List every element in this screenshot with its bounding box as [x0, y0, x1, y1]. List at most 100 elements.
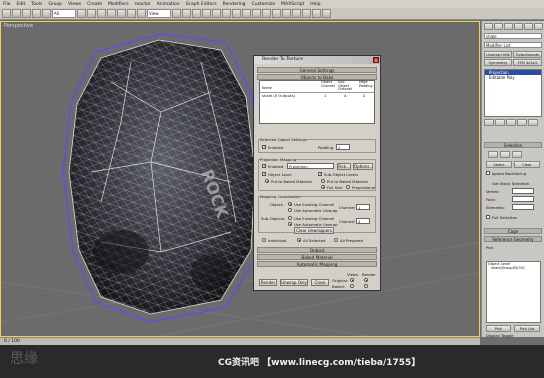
menu-help[interactable]: Help — [307, 2, 323, 7]
row-name[interactable]: shale (0 Outputs) — [262, 93, 295, 98]
curve-editor-icon[interactable] — [272, 9, 281, 18]
full-selection-checkbox[interactable] — [486, 215, 490, 219]
stack-item-editable-poly[interactable]: Editable Poly — [485, 75, 541, 80]
redo-icon[interactable] — [12, 9, 21, 18]
schematic-view-icon[interactable] — [282, 9, 291, 18]
views-baked-radio[interactable] — [350, 284, 354, 288]
sub-use-automatic-radio[interactable] — [288, 222, 292, 226]
modify-tab-icon[interactable] — [494, 23, 503, 30]
element-spinner[interactable] — [512, 204, 534, 210]
modifier-stack[interactable]: Projection Editable Poly — [484, 69, 542, 117]
material-editor-icon[interactable] — [292, 9, 301, 18]
dialog-title[interactable]: Render To Texture — [254, 56, 380, 64]
menu-file[interactable]: File — [0, 2, 14, 7]
symmetry-button[interactable]: Symmetry — [484, 59, 512, 66]
ffd-button[interactable]: FFD 3x3x3 — [513, 59, 542, 66]
general-settings-rollout[interactable]: General Settings — [257, 67, 377, 73]
snap-icon[interactable] — [192, 9, 201, 18]
select-scale-icon[interactable] — [137, 9, 146, 18]
render-setup-icon[interactable] — [302, 9, 311, 18]
cage-rollout[interactable]: Cage — [484, 228, 542, 234]
selection-filter-dropdown[interactable]: All — [52, 9, 76, 18]
pick-projection-button[interactable]: Pick... — [337, 163, 351, 170]
proportional-radio[interactable] — [346, 185, 350, 189]
element-mode-icon[interactable] — [512, 151, 522, 158]
menu-reactor[interactable]: reactor — [132, 2, 154, 7]
turbosmooth-button[interactable]: TurboSmooth — [513, 51, 542, 58]
menu-group[interactable]: Group — [45, 2, 65, 7]
output-rollout[interactable]: Output — [257, 247, 377, 253]
perspective-viewport[interactable]: Perspective ROCK — [0, 21, 480, 337]
padding-spinner[interactable]: 2 — [336, 144, 350, 150]
menu-graph-editors[interactable]: Graph Editors — [183, 2, 220, 7]
select-object-icon[interactable] — [77, 9, 86, 18]
menu-create[interactable]: Create — [84, 2, 105, 7]
select-rotate-icon[interactable] — [127, 9, 136, 18]
render-button[interactable]: Render — [259, 279, 277, 286]
angle-snap-icon[interactable] — [202, 9, 211, 18]
reference-coord-dropdown[interactable]: View — [147, 9, 171, 18]
projection-dropdown[interactable]: Projection — [287, 163, 334, 169]
object-level-checkbox[interactable] — [262, 171, 266, 176]
full-size-radio[interactable] — [321, 185, 325, 189]
reference-list[interactable]: Object Level shale|Group05(10) — [486, 261, 541, 323]
named-selection-icon[interactable] — [232, 9, 241, 18]
unwrap-uvw-button[interactable]: Unwrap UVW — [484, 51, 512, 58]
object-channel-spinner[interactable]: 1 — [356, 204, 370, 210]
views-original-radio[interactable] — [350, 278, 354, 282]
manipulate-icon[interactable] — [182, 9, 191, 18]
ignore-backfacing-checkbox[interactable] — [486, 171, 490, 175]
make-unique-icon[interactable] — [506, 119, 516, 126]
individual-radio[interactable] — [262, 238, 266, 242]
object-name-field[interactable]: shale — [484, 33, 542, 39]
use-automatic-unwrap-radio[interactable] — [288, 208, 292, 212]
motion-tab-icon[interactable] — [514, 23, 523, 30]
utilities-tab-icon[interactable] — [534, 23, 543, 30]
rectangular-selection-icon[interactable] — [97, 9, 106, 18]
put-to-baked-material-radio-2[interactable] — [321, 179, 325, 183]
put-to-baked-material-radio-1[interactable] — [265, 179, 269, 183]
clear-unwrappers-button[interactable]: Clear Unwrappers — [294, 227, 334, 234]
sub-object-levels-checkbox[interactable] — [318, 171, 322, 176]
render-baked-radio[interactable] — [364, 284, 368, 288]
all-prepared-radio[interactable] — [334, 238, 338, 242]
select-button[interactable]: Select — [486, 161, 512, 168]
vertex-spinner[interactable] — [512, 188, 534, 194]
menu-animation[interactable]: Animation — [154, 2, 183, 7]
align-icon[interactable] — [252, 9, 261, 18]
ref-item-shale-group[interactable]: shale|Group05(10) — [487, 266, 540, 270]
menu-customize[interactable]: Customize — [249, 2, 279, 7]
reference-geometry-rollout[interactable]: Reference Geometry — [484, 236, 542, 242]
all-selected-radio[interactable] — [297, 238, 301, 242]
menu-edit[interactable]: Edit — [14, 2, 29, 7]
menu-modifiers[interactable]: Modifiers — [105, 2, 132, 7]
face-spinner[interactable] — [512, 196, 534, 202]
mirror-icon[interactable] — [242, 9, 251, 18]
spinner-snap-icon[interactable] — [222, 9, 231, 18]
close-button[interactable]: Close — [311, 279, 329, 286]
objects-table[interactable]: Name Object Channel Sub-Object Channel E… — [259, 80, 375, 124]
link-icon[interactable] — [22, 9, 31, 18]
remove-modifier-icon[interactable] — [517, 119, 527, 126]
create-tab-icon[interactable] — [484, 23, 493, 30]
hierarchy-tab-icon[interactable] — [504, 23, 513, 30]
menu-rendering[interactable]: Rendering — [220, 2, 249, 7]
pick-button[interactable]: Pick — [486, 325, 511, 332]
sub-use-existing-radio[interactable] — [288, 216, 292, 220]
unlink-icon[interactable] — [32, 9, 41, 18]
select-move-icon[interactable] — [117, 9, 126, 18]
quick-render-icon[interactable] — [322, 9, 331, 18]
automatic-mapping-rollout[interactable]: Automatic Mapping — [257, 261, 377, 267]
use-existing-channel-radio[interactable] — [288, 202, 292, 206]
clear-button[interactable]: Clear — [514, 161, 540, 168]
show-end-result-icon[interactable] — [495, 119, 505, 126]
render-original-radio[interactable] — [364, 278, 368, 282]
enabled-checkbox[interactable] — [262, 144, 266, 149]
pick-list-button[interactable]: Pick List — [514, 325, 540, 332]
menu-tools[interactable]: Tools — [28, 2, 45, 7]
face-mode-icon[interactable] — [500, 151, 510, 158]
pin-stack-icon[interactable] — [484, 119, 494, 126]
menu-views[interactable]: Views — [65, 2, 84, 7]
unwrap-only-button[interactable]: Unwrap Only — [280, 279, 308, 286]
projection-enabled-checkbox[interactable] — [262, 163, 266, 168]
